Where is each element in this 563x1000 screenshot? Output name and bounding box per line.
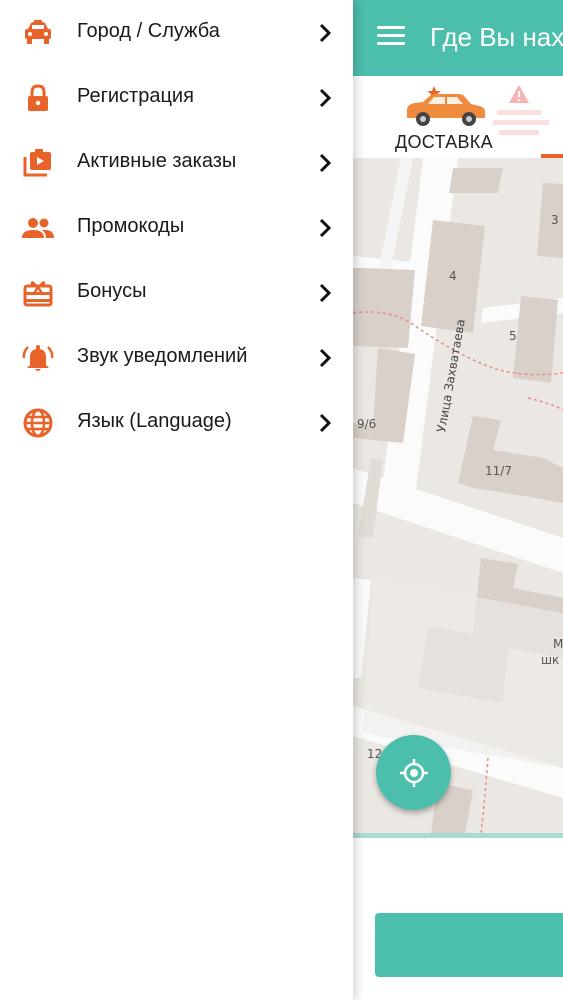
map-label-9-6: 9/6 bbox=[357, 417, 376, 431]
chevron-right-icon bbox=[317, 87, 333, 109]
bottom-panel bbox=[353, 838, 563, 1000]
drawer-item-bonuses[interactable]: Бонусы bbox=[0, 260, 353, 325]
drawer-item-language[interactable]: Язык (Language) bbox=[0, 390, 353, 455]
location-target-icon bbox=[399, 758, 428, 787]
chevron-right-icon bbox=[317, 347, 333, 369]
chevron-right-icon bbox=[317, 22, 333, 44]
notification-bell-icon bbox=[22, 343, 54, 373]
drawer-item-promocodes[interactable]: Промокоды bbox=[0, 195, 353, 260]
order-button[interactable] bbox=[375, 913, 563, 977]
map-view[interactable]: 4 5 3 9/6 11/7 12 М шк Улица Захватаева bbox=[353, 158, 563, 834]
drawer-item-active-orders[interactable]: Активные заказы bbox=[0, 130, 353, 195]
faded-service-text bbox=[493, 108, 553, 138]
map-label-4: 4 bbox=[449, 269, 457, 283]
drawer-item-label: Язык (Language) bbox=[77, 410, 232, 432]
service-label-delivery[interactable]: ДОСТАВКА bbox=[395, 132, 493, 153]
video-library-icon bbox=[22, 148, 54, 178]
navigation-drawer: Город / Служба Регистрация Активные зака… bbox=[0, 0, 353, 1000]
drawer-item-city-service[interactable]: Город / Служба bbox=[0, 0, 353, 65]
map-label-m: М bbox=[553, 637, 563, 651]
map-label-shk: шк bbox=[541, 653, 559, 667]
gift-card-icon bbox=[22, 278, 54, 308]
drawer-item-label: Звук уведомлений bbox=[77, 345, 248, 367]
map-label-5: 5 bbox=[509, 329, 517, 343]
screen: Где Вы находитесь? ДОСТАВКА bbox=[0, 0, 563, 1000]
service-selector: ДОСТАВКА bbox=[353, 76, 563, 158]
people-icon bbox=[22, 213, 54, 243]
map-label-11-7: 11/7 bbox=[485, 464, 512, 478]
chevron-right-icon bbox=[317, 217, 333, 239]
lock-icon bbox=[22, 83, 54, 113]
toolbar: Где Вы находитесь? bbox=[353, 0, 563, 76]
toolbar-title: Где Вы находитесь? bbox=[430, 22, 563, 52]
chevron-right-icon bbox=[317, 412, 333, 434]
drawer-item-notification-sound[interactable]: Звук уведомлений bbox=[0, 325, 353, 390]
drawer-item-label: Регистрация bbox=[77, 85, 194, 107]
drawer-item-label: Бонусы bbox=[77, 280, 147, 302]
hamburger-menu-icon[interactable] bbox=[377, 26, 405, 50]
drawer-item-label: Город / Служба bbox=[77, 20, 220, 42]
drawer-item-label: Промокоды bbox=[77, 215, 185, 237]
main-screen: Где Вы находитесь? ДОСТАВКА bbox=[353, 0, 563, 1000]
warning-icon bbox=[508, 84, 530, 104]
chevron-right-icon bbox=[317, 282, 333, 304]
globe-icon bbox=[22, 408, 54, 438]
my-location-button[interactable] bbox=[376, 735, 451, 810]
chevron-right-icon bbox=[317, 152, 333, 174]
delivery-car-icon[interactable] bbox=[401, 82, 491, 132]
drawer-item-registration[interactable]: Регистрация bbox=[0, 65, 353, 130]
taxi-car-icon bbox=[22, 18, 54, 48]
drawer-item-label: Активные заказы bbox=[77, 150, 237, 172]
map-label-3: 3 bbox=[551, 213, 559, 227]
